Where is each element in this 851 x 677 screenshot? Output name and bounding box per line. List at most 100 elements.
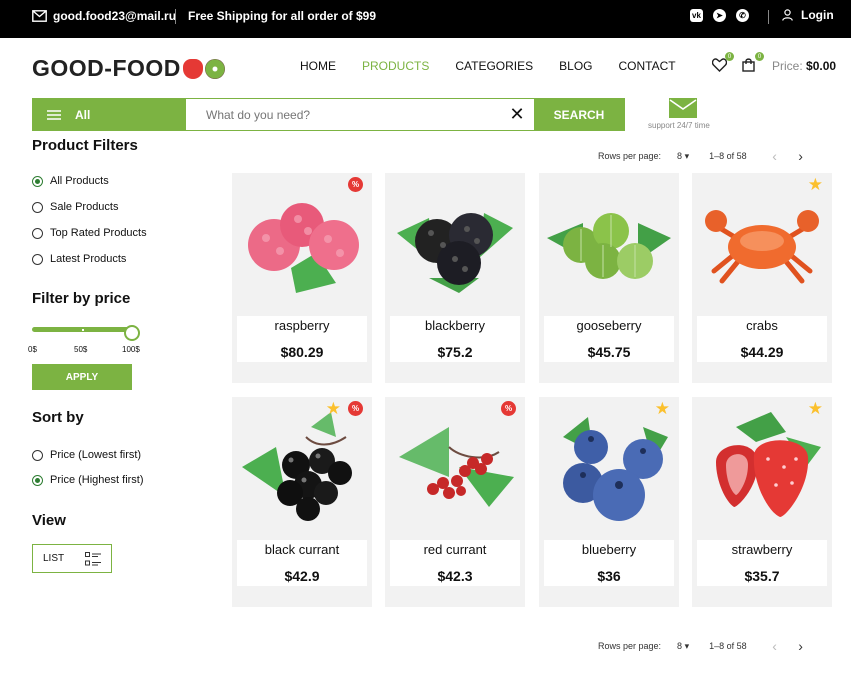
close-icon[interactable]: ✕ [500, 99, 534, 130]
product-info: crabs $44.29 [697, 316, 827, 362]
product-card[interactable]: % raspberry $80.29 [232, 173, 372, 383]
price-mid-label: 50$ [74, 345, 88, 354]
product-name: raspberry [274, 318, 330, 333]
product-card[interactable]: ★ % black currant $42.9 [232, 397, 372, 607]
product-name: gooseberry [576, 318, 642, 333]
filter-all-products[interactable]: All Products [32, 175, 147, 187]
search-bar: All ✕ SEARCH [32, 98, 625, 131]
sale-badge-icon: % [348, 177, 363, 192]
social-links: vk ➤ ✆ [690, 9, 749, 22]
radio-checked [32, 474, 43, 486]
crab-image [696, 183, 828, 303]
whatsapp-icon[interactable]: ✆ [736, 9, 749, 22]
prev-page-icon[interactable]: ‹ [769, 148, 781, 164]
gooseberry-image [543, 183, 675, 303]
nav-contact[interactable]: CONTACT [619, 59, 676, 73]
sort-price-highest[interactable]: Price (Highest first) [32, 474, 144, 486]
login-label: Login [801, 8, 834, 22]
product-card[interactable]: gooseberry $45.75 [539, 173, 679, 383]
search-input[interactable] [186, 99, 500, 130]
product-card[interactable]: blackberry $75.2 [385, 173, 525, 383]
price-filter-title: Filter by price [32, 290, 131, 307]
mail-icon [32, 10, 47, 22]
product-price: $80.29 [280, 344, 324, 360]
nav-home[interactable]: HOME [300, 59, 336, 73]
product-info: raspberry $80.29 [237, 316, 367, 362]
rows-per-page-label: Rows per page: [598, 151, 662, 161]
filter-latest[interactable]: Latest Products [32, 253, 147, 265]
black-currant-image [236, 407, 368, 527]
rows-per-page-select[interactable]: 8 ▾ [677, 641, 689, 652]
product-name: strawberry [731, 542, 793, 557]
heart-icon [711, 58, 728, 72]
login-button[interactable]: Login [782, 8, 834, 22]
price-slider-handle[interactable] [124, 325, 140, 341]
menu-icon [47, 109, 61, 120]
next-page-icon[interactable]: › [795, 638, 807, 654]
blueberry-image [543, 407, 675, 527]
radio-unchecked [32, 449, 43, 461]
vk-icon[interactable]: vk [690, 9, 703, 22]
option-label: Latest Products [50, 253, 127, 265]
product-card[interactable]: ★ strawberry $35.7 [692, 397, 832, 607]
email-contact[interactable]: good.food23@mail.ru [32, 9, 176, 23]
star-icon: ★ [325, 399, 341, 418]
cart-total: Price: $0.00 [772, 59, 836, 73]
sort-price-lowest[interactable]: Price (Lowest first) [32, 449, 144, 461]
product-card[interactable]: ★ blueberry $36 [539, 397, 679, 607]
product-price: $42.9 [284, 568, 320, 584]
search-button[interactable]: SEARCH [534, 99, 624, 130]
page-range: 1–8 of 58 [709, 151, 747, 161]
site-logo[interactable]: GOOD-FOOD [32, 55, 225, 82]
star-icon: ★ [807, 175, 823, 194]
top-bar: good.food23@mail.ru Free Shipping for al… [0, 0, 851, 38]
rows-per-page-select[interactable]: 8 ▾ [677, 151, 689, 162]
next-page-icon[interactable]: › [795, 148, 807, 164]
radio-unchecked [32, 227, 43, 239]
sale-badge-icon: % [348, 401, 363, 416]
star-icon: ★ [807, 399, 823, 418]
product-name: black currant [264, 542, 340, 557]
pagination-top: Rows per page: 8 ▾ 1–8 of 58 ‹ › [598, 148, 821, 164]
filter-sale-products[interactable]: Sale Products [32, 201, 147, 213]
nav-blog[interactable]: BLOG [559, 59, 592, 73]
view-toggle[interactable]: LIST [32, 544, 112, 573]
prev-page-icon[interactable]: ‹ [769, 638, 781, 654]
cart-button[interactable]: 0 [742, 52, 764, 74]
option-label: Price (Lowest first) [50, 449, 142, 461]
red-currant-image [389, 407, 521, 527]
telegram-icon[interactable]: ➤ [713, 9, 726, 22]
product-name: blackberry [425, 318, 485, 333]
sort-options: Price (Lowest first) Price (Highest firs… [32, 449, 144, 497]
product-info: red currant $42.3 [390, 540, 520, 586]
option-label: Sale Products [50, 201, 119, 213]
pagination-bottom: Rows per page: 8 ▾ 1–8 of 58 ‹ › [598, 638, 821, 654]
nav-products[interactable]: PRODUCTS [362, 59, 429, 73]
nav-categories[interactable]: CATEGORIES [455, 59, 533, 73]
radio-checked [32, 175, 43, 187]
product-info: blueberry $36 [544, 540, 674, 586]
category-dropdown[interactable]: All [33, 99, 186, 130]
blackberry-image [389, 183, 521, 303]
cart-count: 0 [755, 52, 764, 61]
filters-title: Product Filters [32, 137, 138, 154]
shipping-notice: Free Shipping for all order of $99 [188, 9, 377, 23]
slider-tick [82, 329, 84, 331]
product-price: $35.7 [744, 568, 780, 584]
category-label: All [75, 107, 91, 122]
apply-button[interactable]: APPLY [32, 364, 132, 390]
filter-top-rated[interactable]: Top Rated Products [32, 227, 147, 239]
product-info: blackberry $75.2 [390, 316, 520, 362]
product-card[interactable]: ★ crabs $44.29 [692, 173, 832, 383]
product-name: red currant [423, 542, 487, 557]
product-card[interactable]: % red currant $42.3 [385, 397, 525, 607]
list-view-icon [85, 551, 101, 565]
option-label: Price (Highest first) [50, 474, 144, 486]
strawberry-logo-icon [182, 58, 203, 79]
envelope-icon [669, 98, 697, 118]
user-icon [782, 9, 793, 21]
sort-title: Sort by [32, 409, 84, 426]
wishlist-button[interactable]: 0 [711, 52, 734, 74]
radio-unchecked [32, 201, 43, 213]
product-name: crabs [746, 318, 778, 333]
